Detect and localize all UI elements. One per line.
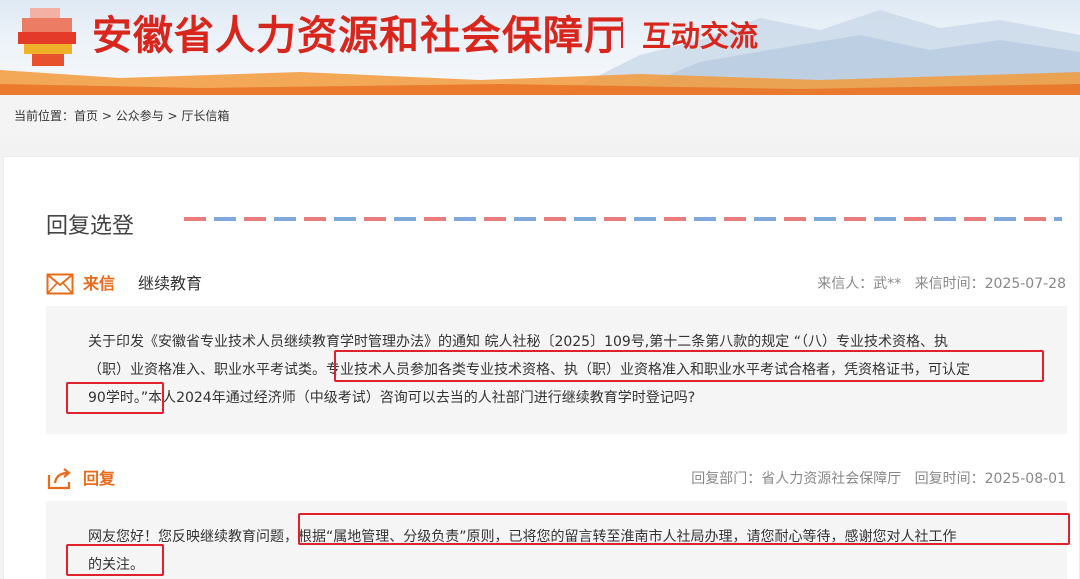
letter-tag: 来信 [83, 274, 116, 293]
sender-label: 来信人： [817, 276, 874, 292]
letter-header: 来信 继续教育 来信人：武** 来信时间：2025-07-28 [46, 272, 1070, 296]
sender-name: 武** [873, 276, 902, 292]
letter-meta: 来信人：武** 来信时间：2025-07-28 [817, 272, 1066, 296]
breadcrumb: 当前位置：首页 > 公众参与 > 厅长信箱 [14, 107, 229, 124]
highlight-box [334, 350, 1044, 382]
reply-dept-label: 回复部门： [691, 471, 762, 487]
header-banner: 安徽省人力资源和社会保障厅 互动交流 [0, 0, 1080, 95]
section-subtitle: 互动交流 [642, 19, 759, 53]
reply-line-1a: 网友您好！您反映继续教育问题， [88, 529, 298, 545]
letter-line-3b: 本人2024年通过经济师（中级考试）咨询可以去当的人社部门进行继续教育学时登记吗… [148, 390, 696, 406]
reply-arrow-icon [47, 468, 71, 490]
reply-tag: 回复 [83, 469, 116, 488]
airmail-divider [184, 217, 1062, 221]
reply-meta: 回复部门：省人力资源社会保障厅 回复时间：2025-08-01 [691, 467, 1066, 491]
breadcrumb-separator: > [163, 109, 182, 123]
breadcrumb-prefix: 当前位置： [14, 109, 75, 123]
highlight-box [298, 513, 1070, 545]
letter-topic: 继续教育 [138, 274, 203, 293]
reply-time: 2025-08-01 [984, 471, 1066, 487]
reply-time-label: 回复时间： [914, 471, 985, 487]
reply-header: 回复 回复部门：省人力资源社会保障厅 回复时间：2025-08-01 [46, 467, 1070, 491]
site-title[interactable]: 安徽省人力资源和社会保障厅 [92, 12, 625, 60]
reply-dept: 省人力资源社会保障厅 [761, 471, 902, 487]
section-title: 回复选登 [46, 214, 135, 239]
letter-time: 2025-07-28 [984, 276, 1066, 292]
letter-line-2a: （职）业资格准入、职业水平考试类。 [88, 362, 326, 378]
envelope-icon [46, 273, 74, 295]
letter-line-3: 90学时。”本人2024年通过经济师（中级考试）咨询可以去当的人社部门进行继续教… [88, 384, 1038, 412]
breadcrumb-public-participation[interactable]: 公众参与 [116, 109, 164, 123]
breadcrumb-bar: 当前位置：首页 > 公众参与 > 厅长信箱 [0, 95, 1080, 137]
highlight-box [66, 382, 164, 414]
letter-time-label: 来信时间： [914, 276, 985, 292]
emblem-logo [18, 8, 78, 66]
highlight-box [66, 544, 164, 576]
title-divider [621, 22, 623, 48]
breadcrumb-separator: > [98, 109, 116, 123]
breadcrumb-home[interactable]: 首页 [74, 109, 98, 123]
reply-line-2: 的关注。 [88, 557, 144, 573]
breadcrumb-director-mailbox[interactable]: 厅长信箱 [181, 109, 229, 123]
